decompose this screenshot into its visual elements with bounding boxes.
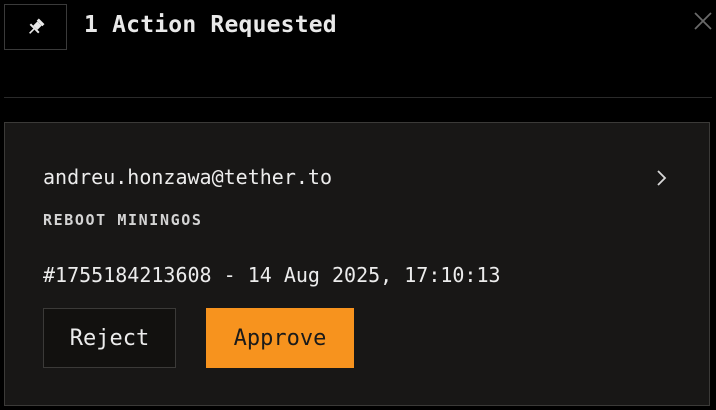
header-divider	[4, 97, 712, 98]
panel-title: 1 Action Requested	[84, 12, 337, 38]
pin-icon	[28, 18, 44, 34]
close-icon[interactable]	[692, 10, 714, 32]
action-request-card: andreu.honzawa@tether.to REBOOT MININGOS…	[4, 122, 710, 406]
request-id-timestamp: #1755184213608 - 14 Aug 2025, 17:10:13	[43, 263, 501, 287]
reject-button[interactable]: Reject	[43, 308, 176, 368]
action-requests-panel: 1 Action Requested andreu.honzawa@tether…	[0, 0, 716, 410]
action-type: REBOOT MININGOS	[43, 211, 203, 229]
chevron-right-icon[interactable]	[653, 167, 671, 189]
pin-button[interactable]	[4, 4, 67, 50]
requester-email: andreu.honzawa@tether.to	[43, 165, 332, 189]
approve-button[interactable]: Approve	[206, 308, 354, 368]
